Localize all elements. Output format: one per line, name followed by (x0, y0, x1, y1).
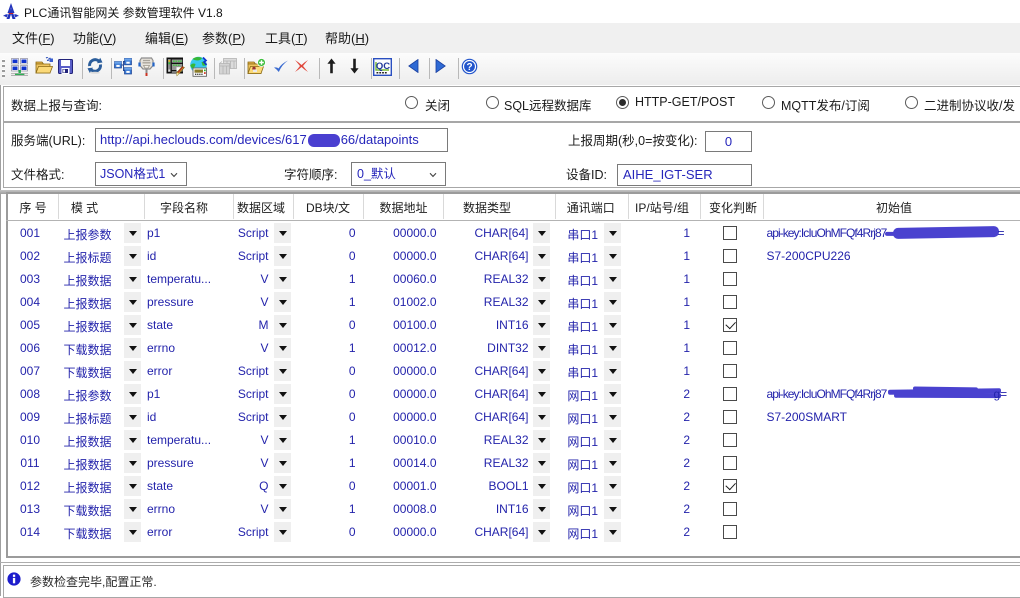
svg-text:QC: QC (376, 61, 390, 72)
svg-text:?: ? (466, 62, 472, 73)
